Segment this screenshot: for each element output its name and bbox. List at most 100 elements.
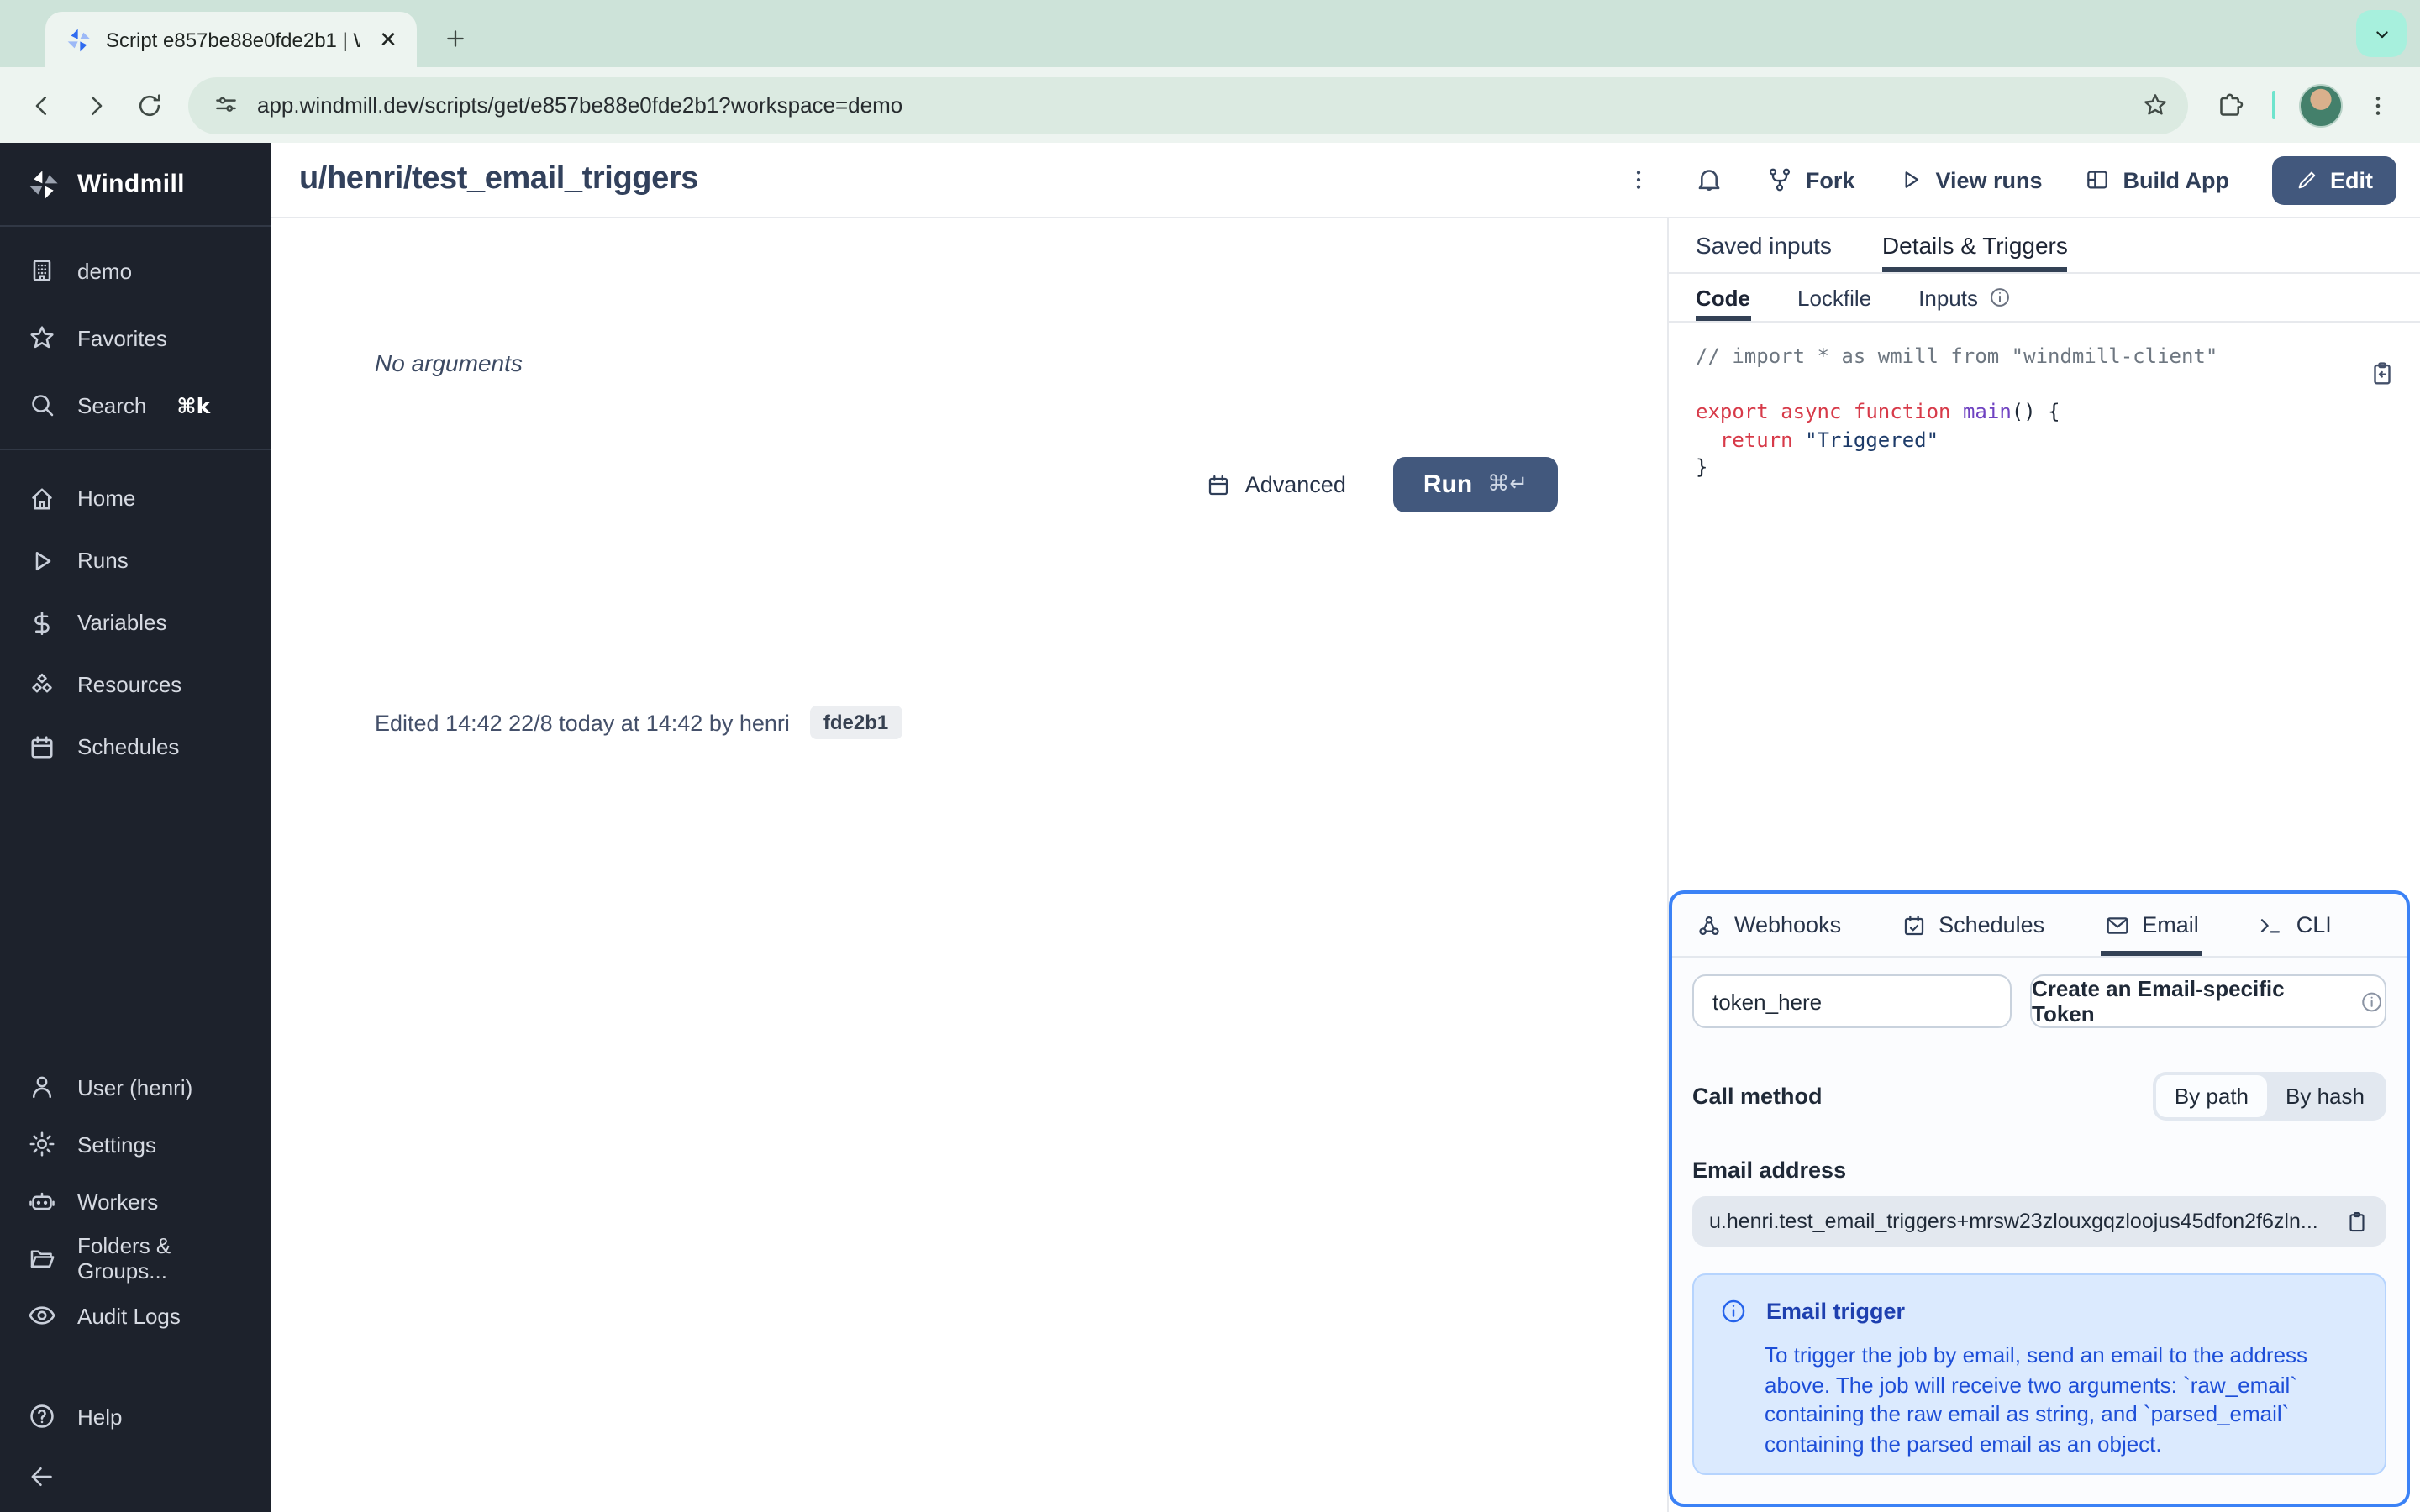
fork-label: Fork [1805, 167, 1855, 192]
info-icon [2362, 991, 2382, 1011]
sidebar-item-workers[interactable]: Workers [0, 1173, 271, 1230]
code-keyword: export [1696, 400, 1769, 423]
back-button[interactable] [17, 80, 67, 130]
copy-email-button[interactable] [2344, 1209, 2370, 1234]
edit-label: Edit [2330, 167, 2373, 192]
by-path-option[interactable]: By path [2155, 1075, 2268, 1117]
sidebar-item-variables[interactable]: Variables [0, 591, 271, 654]
user-icon [27, 1072, 57, 1102]
tab-close-icon[interactable]: ✕ [373, 24, 403, 55]
browser-menu-button[interactable] [2353, 80, 2403, 130]
sidebar-brand[interactable]: Windmill [0, 143, 271, 225]
email-token-input[interactable] [1692, 974, 2012, 1028]
tune-icon [216, 97, 236, 112]
trigger-tab-webhooks[interactable]: Webhooks [1696, 894, 1841, 956]
create-email-token-button[interactable]: Create an Email-specific Token [2030, 974, 2386, 1028]
email-address-value: u.henri.test_email_triggers+mrsw23zlouxg… [1709, 1210, 2318, 1233]
bookmark-button[interactable] [2131, 81, 2178, 129]
code-function-name: main [1962, 400, 2012, 423]
sidebar-item-label: User (henri) [77, 1074, 193, 1100]
calendar-icon [1208, 474, 1228, 495]
sidebar-item-label: Favorites [77, 325, 167, 350]
copy-code-button[interactable] [2368, 360, 2396, 388]
bell-icon [1699, 170, 1721, 191]
play-outline-icon [1904, 171, 1918, 188]
sidebar-item-label: Audit Logs [77, 1303, 181, 1328]
by-hash-option[interactable]: By hash [2267, 1075, 2383, 1117]
sidebar: Windmill demo Favorites Search ⌘k Home R… [0, 143, 271, 1512]
code-comment: // import * as wmill from "windmill-clie… [1696, 344, 2218, 368]
browser-tab[interactable]: Script e857be88e0fde2b1 | W ✕ [45, 12, 417, 67]
building-icon [27, 255, 57, 286]
search-shortcut: ⌘k [176, 392, 211, 417]
sidebar-item-favorites[interactable]: Favorites [0, 304, 271, 371]
code-keyword: return [1719, 428, 1793, 451]
trigger-tab-label: Schedules [1939, 912, 2045, 937]
cubes-icon [27, 669, 57, 700]
trigger-tab-label: Webhooks [1734, 912, 1842, 937]
view-runs-button[interactable]: View runs [1897, 166, 2043, 193]
pencil-icon [2297, 171, 2315, 189]
reload-button[interactable] [124, 80, 175, 130]
bookmark-star-icon [2144, 94, 2165, 115]
info-box-title: Email trigger [1766, 1299, 1906, 1324]
extensions-button[interactable] [2205, 80, 2255, 130]
trigger-tab-schedules[interactable]: Schedules [1900, 894, 2044, 956]
profile-avatar[interactable] [2299, 83, 2343, 127]
run-form-pane: No arguments Advanced Run ⌘↵ Edited 14:4… [271, 218, 1667, 1512]
trigger-tab-label: CLI [2296, 912, 2332, 937]
screen: Script e857be88e0fde2b1 | W ✕ app.windmi… [0, 0, 2420, 1512]
trigger-tab-label: Email [2142, 912, 2199, 937]
trigger-tab-email[interactable]: Email [2100, 894, 2202, 956]
advanced-button[interactable]: Advanced [1205, 471, 1346, 498]
sidebar-item-label: Resources [77, 672, 182, 697]
subtab-code[interactable]: Code [1696, 274, 1750, 321]
tab-search-button[interactable] [2356, 10, 2407, 57]
tab-details-triggers[interactable]: Details & Triggers [1881, 218, 2069, 272]
subtab-lockfile[interactable]: Lockfile [1797, 274, 1871, 321]
new-tab-button[interactable] [434, 17, 477, 60]
sidebar-item-audit-logs[interactable]: Audit Logs [0, 1287, 271, 1344]
tab-saved-inputs[interactable]: Saved inputs [1696, 218, 1832, 272]
fork-button[interactable]: Fork [1767, 166, 1855, 193]
build-app-button[interactable]: Build App [2085, 166, 2230, 193]
sidebar-item-runs[interactable]: Runs [0, 529, 271, 591]
sidebar-item-settings[interactable]: Settings [0, 1116, 271, 1173]
sidebar-item-home[interactable]: Home [0, 467, 271, 529]
clipboard-copy-icon [2374, 362, 2391, 385]
more-options-button[interactable] [1626, 166, 1653, 193]
email-address-field[interactable]: u.henri.test_email_triggers+mrsw23zlouxg… [1692, 1196, 2386, 1247]
sidebar-collapse-button[interactable] [0, 1445, 271, 1512]
sidebar-item-schedules[interactable]: Schedules [0, 716, 271, 778]
subtab-inputs[interactable]: Inputs [1918, 274, 2012, 321]
sidebar-item-user[interactable]: User (henri) [0, 1058, 271, 1116]
code-viewer: // import * as wmill from "windmill-clie… [1669, 323, 2420, 501]
run-button[interactable]: Run ⌘↵ [1392, 457, 1558, 512]
url-bar[interactable]: app.windmill.dev/scripts/get/e857be88e0f… [188, 76, 2188, 134]
sidebar-item-workspace[interactable]: demo [0, 237, 271, 304]
view-runs-label: View runs [1935, 167, 2043, 192]
robot-icon [27, 1186, 57, 1216]
script-hash-badge[interactable]: fde2b1 [809, 706, 902, 739]
info-icon [1991, 288, 2009, 307]
sidebar-item-folders[interactable]: Folders & Groups... [0, 1230, 271, 1287]
trigger-tab-cli[interactable]: CLI [2258, 894, 2332, 956]
forward-button[interactable] [71, 80, 121, 130]
build-app-label: Build App [2123, 167, 2230, 192]
help-icon [27, 1401, 57, 1431]
sidebar-item-help[interactable]: Help [0, 1388, 271, 1445]
url-text: app.windmill.dev/scripts/get/e857be88e0f… [257, 92, 903, 118]
edit-button[interactable]: Edit [2271, 155, 2396, 204]
browser-toolbar: app.windmill.dev/scripts/get/e857be88e0f… [0, 67, 2420, 143]
windmill-favicon [67, 28, 91, 51]
advanced-label: Advanced [1244, 472, 1346, 497]
page-title: u/henri/test_email_triggers [299, 161, 698, 197]
calendar-icon [27, 732, 57, 762]
notifications-button[interactable] [1695, 165, 1725, 195]
gear-icon [27, 1129, 57, 1159]
fork-icon [1770, 168, 1791, 192]
sidebar-item-search[interactable]: Search ⌘k [0, 371, 271, 438]
sidebar-item-resources[interactable]: Resources [0, 654, 271, 716]
play-icon [27, 545, 57, 575]
email-trigger-info-box: Email trigger To trigger the job by emai… [1692, 1273, 2386, 1475]
